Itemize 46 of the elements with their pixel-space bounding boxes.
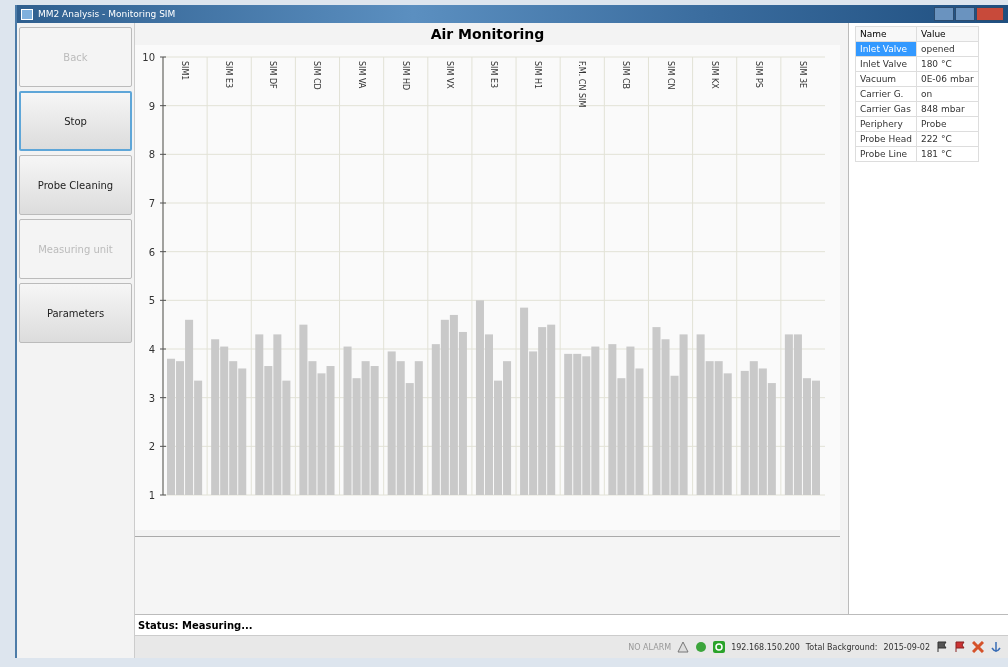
y-tick-label: 6 [148, 246, 155, 258]
category-label: SIM1 [180, 61, 190, 81]
category-label: SIM CN [665, 61, 675, 90]
category-label: SIM VX [444, 61, 454, 89]
y-tick-label: 1 [148, 490, 155, 501]
y-tick-label: 5 [148, 295, 155, 307]
category-label: SIM 3E [797, 61, 807, 89]
y-tick-label: 8 [148, 149, 155, 161]
chart-title: Air Monitoring [429, 25, 546, 44]
flag-icon[interactable] [936, 641, 948, 653]
y-tick-label: 2 [148, 441, 155, 453]
category-label: SIM E3 [224, 61, 234, 89]
y-tick-label: 3 [148, 392, 155, 404]
category-label: SIM PS [753, 61, 763, 88]
warning-icon[interactable] [677, 641, 690, 653]
minimize-button[interactable] [934, 7, 954, 21]
background-label: Total Background: [805, 642, 878, 652]
sidebar-button[interactable]: Parameters [19, 283, 132, 343]
maximize-button[interactable] [955, 7, 975, 21]
column-header[interactable]: Value [916, 26, 979, 42]
status-light-icon [695, 641, 708, 653]
category-label: SIM VA [356, 61, 366, 89]
app-icon [21, 8, 33, 20]
status-text: Status: Measuring... [138, 619, 253, 631]
sidebar-button[interactable]: Stop [19, 91, 132, 151]
alarm-status: NO ALARM [628, 642, 672, 652]
y-tick-label: 7 [148, 198, 155, 209]
sidebar-button[interactable]: Probe Cleaning [19, 155, 132, 215]
y-tick-label: 9 [148, 100, 155, 112]
category-label: SIM H1 [533, 61, 543, 89]
category-label: SIM KX [709, 61, 719, 89]
category-label: SIM E3 [489, 61, 498, 89]
flag-icon[interactable] [954, 641, 966, 653]
column-header[interactable]: Name [855, 26, 917, 42]
refresh-icon[interactable] [713, 641, 726, 653]
y-tick-label: 4 [148, 344, 155, 355]
category-label: SIM CB [621, 61, 631, 89]
window-title: MM2 Analysis - Monitoring SIM [38, 9, 176, 19]
category-label: F.M. CN SIM [577, 61, 587, 108]
y-tick-label: 10 [142, 52, 155, 63]
category-label: SIM CD [312, 61, 322, 90]
date-text: 2015-09-02 [883, 642, 930, 652]
close-button[interactable] [976, 7, 1004, 21]
category-label: SIM HD [400, 61, 410, 91]
category-label: SIM DF [268, 61, 278, 89]
ip-address: 192.168.150.200 [731, 642, 800, 652]
